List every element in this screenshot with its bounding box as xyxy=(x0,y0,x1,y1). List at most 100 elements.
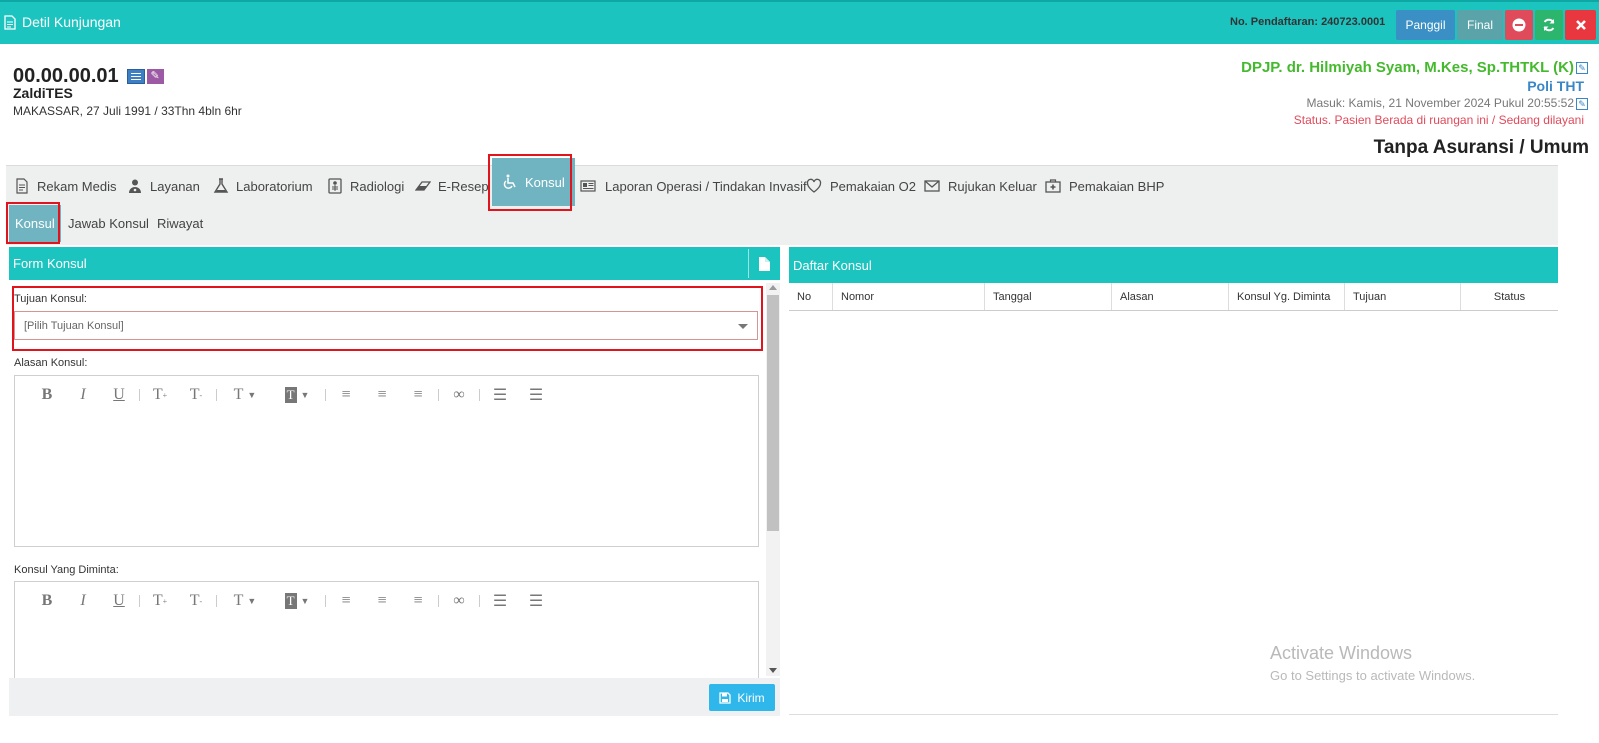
page-title: Detil Kunjungan xyxy=(4,14,121,30)
bold-icon[interactable]: B xyxy=(29,589,65,613)
doctor-icon xyxy=(129,179,141,193)
scrollbar-thumb[interactable] xyxy=(767,295,779,531)
superscript-icon[interactable]: T + xyxy=(142,383,178,407)
toolbar-divider xyxy=(325,389,326,401)
close-button[interactable] xyxy=(1565,10,1596,40)
watermark-line1: Activate Windows xyxy=(1270,643,1413,663)
heart-icon xyxy=(806,178,822,193)
align-center-icon[interactable]: ≡ xyxy=(364,383,400,407)
link-icon[interactable]: ∞ xyxy=(441,589,477,613)
kirim-button[interactable]: Kirim xyxy=(709,684,775,711)
form-footer: Kirim xyxy=(9,678,780,716)
font-size-icon[interactable]: T ▼ xyxy=(219,589,271,613)
align-left-icon[interactable]: ≡ xyxy=(328,589,364,613)
tab-rekam-medis[interactable]: Rekam Medis xyxy=(14,166,116,206)
ordered-list-icon[interactable]: ☰ xyxy=(482,383,518,407)
subtab-riwayat[interactable]: Riwayat xyxy=(157,205,203,242)
underline-icon[interactable]: U xyxy=(101,589,137,613)
tab-pemakaian-bhp[interactable]: Pemakaian BHP xyxy=(1044,166,1164,206)
tab-radiologi[interactable]: Radiologi xyxy=(327,166,404,206)
refresh-icon xyxy=(1543,18,1555,32)
column-header[interactable]: Konsul Yg. Diminta xyxy=(1229,283,1345,310)
refresh-button[interactable] xyxy=(1535,10,1563,40)
column-header[interactable]: No xyxy=(789,283,833,310)
document-icon xyxy=(4,14,16,30)
align-left-icon[interactable]: ≡ xyxy=(328,383,364,407)
alasan-konsul-label: Alasan Konsul: xyxy=(14,357,88,369)
list-icon[interactable] xyxy=(126,69,145,84)
konsul-diminta-editor[interactable]: B I U T + T- T ▼ T ▼ ≡ ≡ ≡ ∞ ☰ ☰ xyxy=(14,581,759,678)
toolbar-divider xyxy=(139,389,140,401)
unordered-list-icon[interactable]: ☰ xyxy=(518,383,554,407)
column-header[interactable]: Alasan xyxy=(1112,283,1229,310)
link-icon[interactable]: ∞ xyxy=(441,383,477,407)
tab-e-resep[interactable]: E-Resep xyxy=(415,166,489,206)
font-size-icon[interactable]: T ▼ xyxy=(219,383,271,407)
unordered-list-icon[interactable]: ☰ xyxy=(518,589,554,613)
tab-pemakaian-o2[interactable]: Pemakaian O2 xyxy=(805,166,916,206)
text-color-icon[interactable]: T ▼ xyxy=(271,589,323,613)
subtab-jawab-konsul[interactable]: Jawab Konsul xyxy=(68,205,149,242)
form-scrollbar[interactable] xyxy=(766,283,780,676)
highlight-tab-konsul xyxy=(488,154,572,211)
final-button[interactable]: Final xyxy=(1457,10,1503,40)
envelope-icon xyxy=(924,180,940,192)
stop-button[interactable] xyxy=(1505,10,1533,40)
edit-masuk-icon[interactable]: ✎ xyxy=(1576,97,1588,110)
daftar-konsul-header: Daftar Konsul xyxy=(789,247,1558,283)
toolbar-divider xyxy=(325,595,326,607)
file-icon xyxy=(758,256,770,271)
subscript-icon[interactable]: T- xyxy=(178,589,214,613)
align-right-icon[interactable]: ≡ xyxy=(400,589,436,613)
tab-label: Rujukan Keluar xyxy=(948,178,1037,194)
masuk-row: Masuk: Kamis, 21 November 2024 Pukul 20:… xyxy=(1241,95,1588,112)
column-header[interactable]: Tujuan xyxy=(1345,283,1461,310)
tab-label: Layanan xyxy=(150,178,200,194)
column-header[interactable]: Tanggal xyxy=(985,283,1112,310)
column-header[interactable]: Status xyxy=(1461,283,1558,310)
konsul-diminta-label: Konsul Yang Diminta: xyxy=(14,564,119,576)
registration-number: No. Pendaftaran: 240723.0001 xyxy=(1230,16,1386,28)
tab-laboratorium[interactable]: Laboratorium xyxy=(213,166,313,206)
underline-icon[interactable]: U xyxy=(101,383,137,407)
toolbar-divider xyxy=(479,595,480,607)
dpjp-row: DPJP. dr. Hilmiyah Syam, M.Kes, Sp.THTKL… xyxy=(1241,59,1588,77)
superscript-icon[interactable]: T + xyxy=(142,589,178,613)
kirim-label: Kirim xyxy=(737,690,765,705)
tab-layanan[interactable]: Layanan xyxy=(127,166,200,206)
scroll-down-icon[interactable] xyxy=(769,668,777,673)
scroll-up-icon[interactable] xyxy=(769,285,777,290)
bold-icon[interactable]: B xyxy=(29,383,65,407)
watermark-line2: Go to Settings to activate Windows. xyxy=(1270,668,1476,683)
column-header[interactable]: Nomor xyxy=(833,283,985,310)
toolbar-divider xyxy=(438,595,439,607)
flask-icon xyxy=(213,178,229,193)
visit-status: Status. Pasien Berada di ruangan ini / S… xyxy=(1293,113,1584,127)
table-header: No Nomor Tanggal Alasan Konsul Yg. Dimin… xyxy=(789,283,1558,311)
dpjp-name: DPJP. dr. Hilmiyah Syam, M.Kes, Sp.THTKL… xyxy=(1241,59,1574,76)
toolbar-divider xyxy=(479,389,480,401)
italic-icon[interactable]: I xyxy=(65,589,101,613)
patient-birth: MAKASSAR, 27 Juli 1991 / 33Thn 4bln 6hr xyxy=(13,104,242,118)
edit-icon[interactable]: ✎ xyxy=(146,69,164,84)
alasan-konsul-editor[interactable]: B I U T + T- T ▼ T ▼ ≡ ≡ ≡ ∞ ☰ ☰ xyxy=(14,375,759,547)
tab-label: Laboratorium xyxy=(236,178,313,194)
edit-dpjp-icon[interactable]: ✎ xyxy=(1576,62,1588,75)
close-icon xyxy=(1575,20,1586,30)
insurance-type: Tanpa Asuransi / Umum xyxy=(1373,137,1589,158)
text-color-icon[interactable]: T ▼ xyxy=(271,383,323,407)
save-icon xyxy=(719,691,731,704)
subscript-icon[interactable]: T- xyxy=(178,383,214,407)
tab-laporan-operasi[interactable]: Laporan Operasi / Tindakan Invasif xyxy=(578,166,807,206)
toolbar-divider xyxy=(216,389,217,401)
tab-rujukan-keluar[interactable]: Rujukan Keluar xyxy=(923,166,1037,206)
italic-icon[interactable]: I xyxy=(65,383,101,407)
page-title-text: Detil Kunjungan xyxy=(22,14,121,30)
daftar-konsul-title: Daftar Konsul xyxy=(793,257,872,273)
align-center-icon[interactable]: ≡ xyxy=(364,589,400,613)
align-right-icon[interactable]: ≡ xyxy=(400,383,436,407)
ordered-list-icon[interactable]: ☰ xyxy=(482,589,518,613)
new-document-button[interactable] xyxy=(748,249,778,278)
panggil-button[interactable]: Panggil xyxy=(1396,10,1455,40)
highlight-subtab-konsul xyxy=(6,202,60,244)
